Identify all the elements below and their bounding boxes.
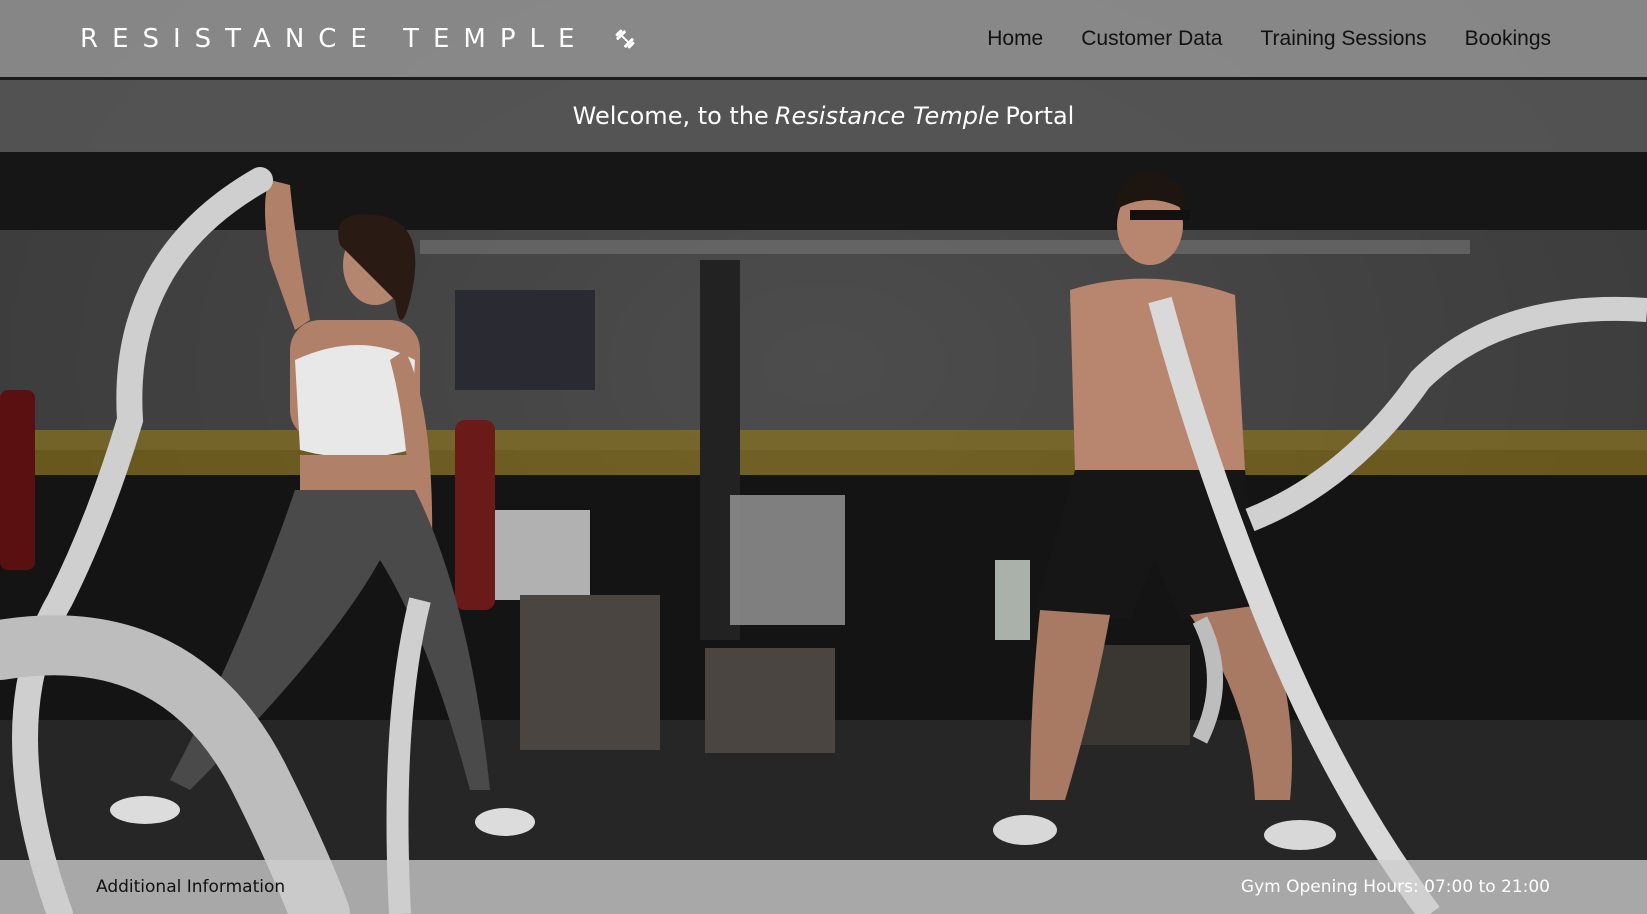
brand[interactable]: RESISTANCE TEMPLE — [80, 24, 638, 54]
nav-home[interactable]: Home — [987, 27, 1043, 51]
nav-training-sessions[interactable]: Training Sessions — [1260, 27, 1426, 51]
brand-name[interactable]: RESISTANCE TEMPLE — [80, 24, 588, 54]
welcome-gym-name: Resistance Temple — [774, 102, 1000, 130]
welcome-prefix: Welcome, to the — [572, 102, 769, 130]
footer-bar: Additional Information Gym Opening Hours… — [0, 860, 1647, 914]
main-nav: Home Customer Data Training Sessions Boo… — [987, 27, 1551, 51]
welcome-suffix: Portal — [1005, 102, 1075, 130]
top-navbar: RESISTANCE TEMPLE Home Customer Data Tra… — [0, 0, 1647, 80]
nav-bookings[interactable]: Bookings — [1465, 27, 1551, 51]
nav-customer-data[interactable]: Customer Data — [1081, 27, 1222, 51]
welcome-banner: Welcome, to the Resistance Temple Portal — [0, 80, 1647, 152]
additional-information-link[interactable]: Additional Information — [96, 877, 285, 897]
dumbbell-icon — [615, 29, 635, 48]
opening-hours-text: Gym Opening Hours: 07:00 to 21:00 — [1240, 877, 1550, 897]
